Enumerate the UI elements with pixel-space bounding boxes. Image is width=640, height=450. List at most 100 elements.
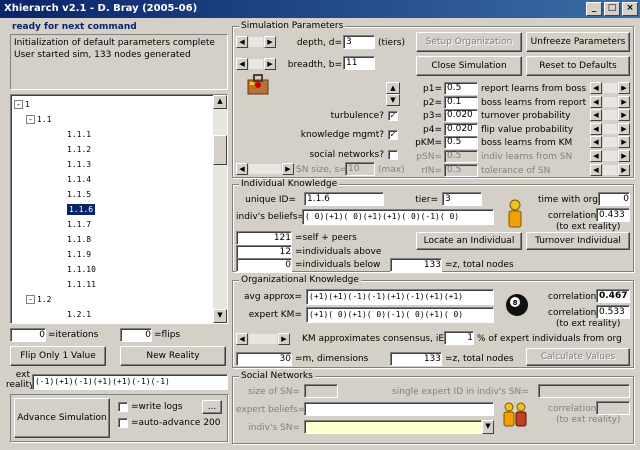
breadth-input[interactable]: 11 — [343, 56, 375, 70]
indiv-sn-dropdown[interactable] — [304, 420, 482, 434]
slider-right-icon[interactable]: ▶ — [264, 58, 276, 70]
slider-left-icon[interactable]: ◀ — [590, 163, 602, 176]
advance-simulation-button[interactable]: Advance Simulation — [14, 398, 110, 438]
prob-slider[interactable]: ◀ ▶ — [590, 150, 630, 162]
new-reality-button[interactable]: New Reality — [120, 346, 226, 366]
knowledge-mgmt-checkbox[interactable]: ✓ — [388, 130, 398, 140]
tree-node[interactable]: 1.1.2 — [67, 144, 91, 155]
prob-slider[interactable]: ◀ ▶ — [590, 122, 630, 135]
slider-left-icon[interactable]: ◀ — [236, 163, 248, 175]
tree-node[interactable]: 1.1.11 — [67, 279, 96, 290]
tree-node[interactable]: 1.1.1 — [67, 129, 91, 140]
scroll-thumb[interactable] — [213, 135, 227, 165]
spin-down-icon[interactable]: ▼ — [386, 94, 400, 106]
tier-field: 3 — [442, 192, 482, 206]
tree-node[interactable]: 1.1.8 — [67, 234, 91, 245]
prob-slider[interactable]: ◀ ▶ — [590, 109, 630, 122]
prob-slider[interactable]: ◀ ▶ — [590, 95, 630, 108]
spin-up-icon[interactable]: ▲ — [386, 82, 400, 94]
slider-left-icon[interactable]: ◀ — [590, 82, 602, 94]
write-logs-checkbox[interactable] — [118, 402, 128, 412]
chevron-down-icon[interactable]: ▼ — [482, 420, 494, 434]
prob-input[interactable]: 0.5 — [444, 150, 478, 163]
slider-right-icon[interactable]: ▶ — [618, 150, 630, 162]
log-browse-button[interactable]: ... — [202, 400, 222, 414]
close-simulation-button[interactable]: Close Simulation — [416, 56, 522, 76]
slider-right-icon[interactable]: ▶ — [278, 333, 290, 345]
slider-left-icon[interactable]: ◀ — [236, 333, 248, 345]
scroll-up-arrow-icon[interactable]: ▲ — [213, 95, 227, 109]
prob-label: rIN= — [421, 165, 442, 176]
slider-right-icon[interactable]: ▶ — [618, 163, 630, 176]
unfreeze-parameters-button[interactable]: Unfreeze Parameters — [526, 32, 630, 52]
slider-left-icon[interactable]: ◀ — [590, 109, 602, 122]
slider-left-icon[interactable]: ◀ — [236, 36, 248, 48]
window-title: Xhierarch v2.1 - D. Bray (2005-06) — [4, 3, 198, 14]
depth-input[interactable]: 3 — [343, 35, 375, 49]
tree-node[interactable]: 1.1.5 — [67, 189, 91, 200]
social-networks-label: social networks? — [309, 150, 384, 160]
breadth-slider[interactable]: ◀ ▶ — [236, 58, 276, 70]
scroll-down-arrow-icon[interactable]: ▼ — [213, 309, 227, 323]
tree-expander-icon[interactable]: - — [26, 115, 35, 124]
eight-ball-icon: 8 — [506, 294, 528, 316]
slider-right-icon[interactable]: ▶ — [264, 36, 276, 48]
param-spin[interactable]: ▲ ▼ — [386, 82, 400, 106]
turnover-individual-button[interactable]: Turnover Individual — [526, 232, 630, 250]
tree-node[interactable]: 1.2.1 — [67, 309, 91, 320]
slider-left-icon[interactable]: ◀ — [590, 122, 602, 135]
sn-size-slider[interactable]: ◀ ▶ — [236, 163, 294, 175]
tree-node[interactable]: 1.1.10 — [67, 264, 96, 275]
iex-slider[interactable]: ◀ ▶ — [236, 333, 290, 345]
setup-organization-button[interactable]: Setup Organization — [416, 32, 522, 52]
social-networks-checkbox[interactable] — [388, 150, 398, 160]
prob-input[interactable]: 0.020 — [444, 109, 478, 123]
prob-input[interactable]: 0.5 — [444, 136, 478, 150]
maximize-button[interactable]: □ — [604, 2, 620, 16]
slider-right-icon[interactable]: ▶ — [618, 95, 630, 108]
tree-node[interactable]: 1.1.4 — [67, 174, 91, 185]
prob-input[interactable]: 0.1 — [444, 95, 478, 109]
slider-right-icon[interactable]: ▶ — [282, 163, 294, 175]
reset-defaults-button[interactable]: Reset to Defaults — [526, 56, 630, 76]
org-tree[interactable]: -1-1.1 1.1.1 1.1.2 1.1.3 1.1.4 1.1.5 1.1.6 1.1.… — [10, 94, 228, 324]
slider-right-icon[interactable]: ▶ — [618, 109, 630, 122]
prob-input[interactable]: 0.020 — [444, 122, 478, 136]
tree-node[interactable]: 1 — [25, 99, 30, 110]
prob-input[interactable]: 0.5 — [444, 163, 478, 177]
tree-node[interactable]: 1.1.7 — [67, 219, 91, 230]
flip-one-button[interactable]: Flip Only 1 Value — [10, 346, 106, 366]
sn-size-input[interactable]: 10 — [345, 162, 375, 176]
slider-left-icon[interactable]: ◀ — [590, 150, 602, 162]
tree-node[interactable]: 1.1.3 — [67, 159, 91, 170]
locate-individual-button[interactable]: Locate an Individual — [416, 232, 522, 250]
prob-input[interactable]: 0.5 — [444, 82, 478, 95]
slider-left-icon[interactable]: ◀ — [590, 95, 602, 108]
auto-advance-checkbox[interactable] — [118, 418, 128, 428]
turbulence-checkbox[interactable]: ✓ — [388, 111, 398, 121]
tree-scrollbar[interactable]: ▲ ▼ — [213, 95, 227, 323]
calculate-values-button[interactable]: Calculate Values — [526, 348, 630, 366]
prob-description: indiv learns from SN — [481, 152, 573, 162]
tree-node[interactable]: 1.1 — [37, 114, 51, 125]
prob-slider[interactable]: ◀ ▶ — [590, 163, 630, 176]
slider-left-icon[interactable]: ◀ — [590, 136, 602, 149]
tree-node[interactable]: 1.2 — [37, 294, 51, 305]
depth-slider[interactable]: ◀ ▶ — [236, 36, 276, 48]
unique-id-label: unique ID= — [245, 195, 296, 205]
prob-slider[interactable]: ◀ ▶ — [590, 136, 630, 149]
tree-expander-icon[interactable]: - — [14, 100, 23, 109]
flips-label: =flips — [154, 330, 181, 340]
slider-left-icon[interactable]: ◀ — [236, 58, 248, 70]
tree-node[interactable]: 1.1.9 — [67, 249, 91, 260]
slider-right-icon[interactable]: ▶ — [618, 82, 630, 94]
minimize-button[interactable]: _ — [586, 2, 602, 16]
iex-input[interactable]: 1 — [444, 331, 474, 345]
individuals-below-label: =individuals below — [295, 260, 381, 270]
slider-right-icon[interactable]: ▶ — [618, 122, 630, 135]
tree-node[interactable]: 1.1.6 — [67, 204, 96, 215]
prob-slider[interactable]: ◀ ▶ — [590, 82, 630, 94]
slider-right-icon[interactable]: ▶ — [618, 136, 630, 149]
tree-expander-icon[interactable]: - — [26, 295, 35, 304]
close-window-button[interactable]: × — [622, 2, 638, 16]
